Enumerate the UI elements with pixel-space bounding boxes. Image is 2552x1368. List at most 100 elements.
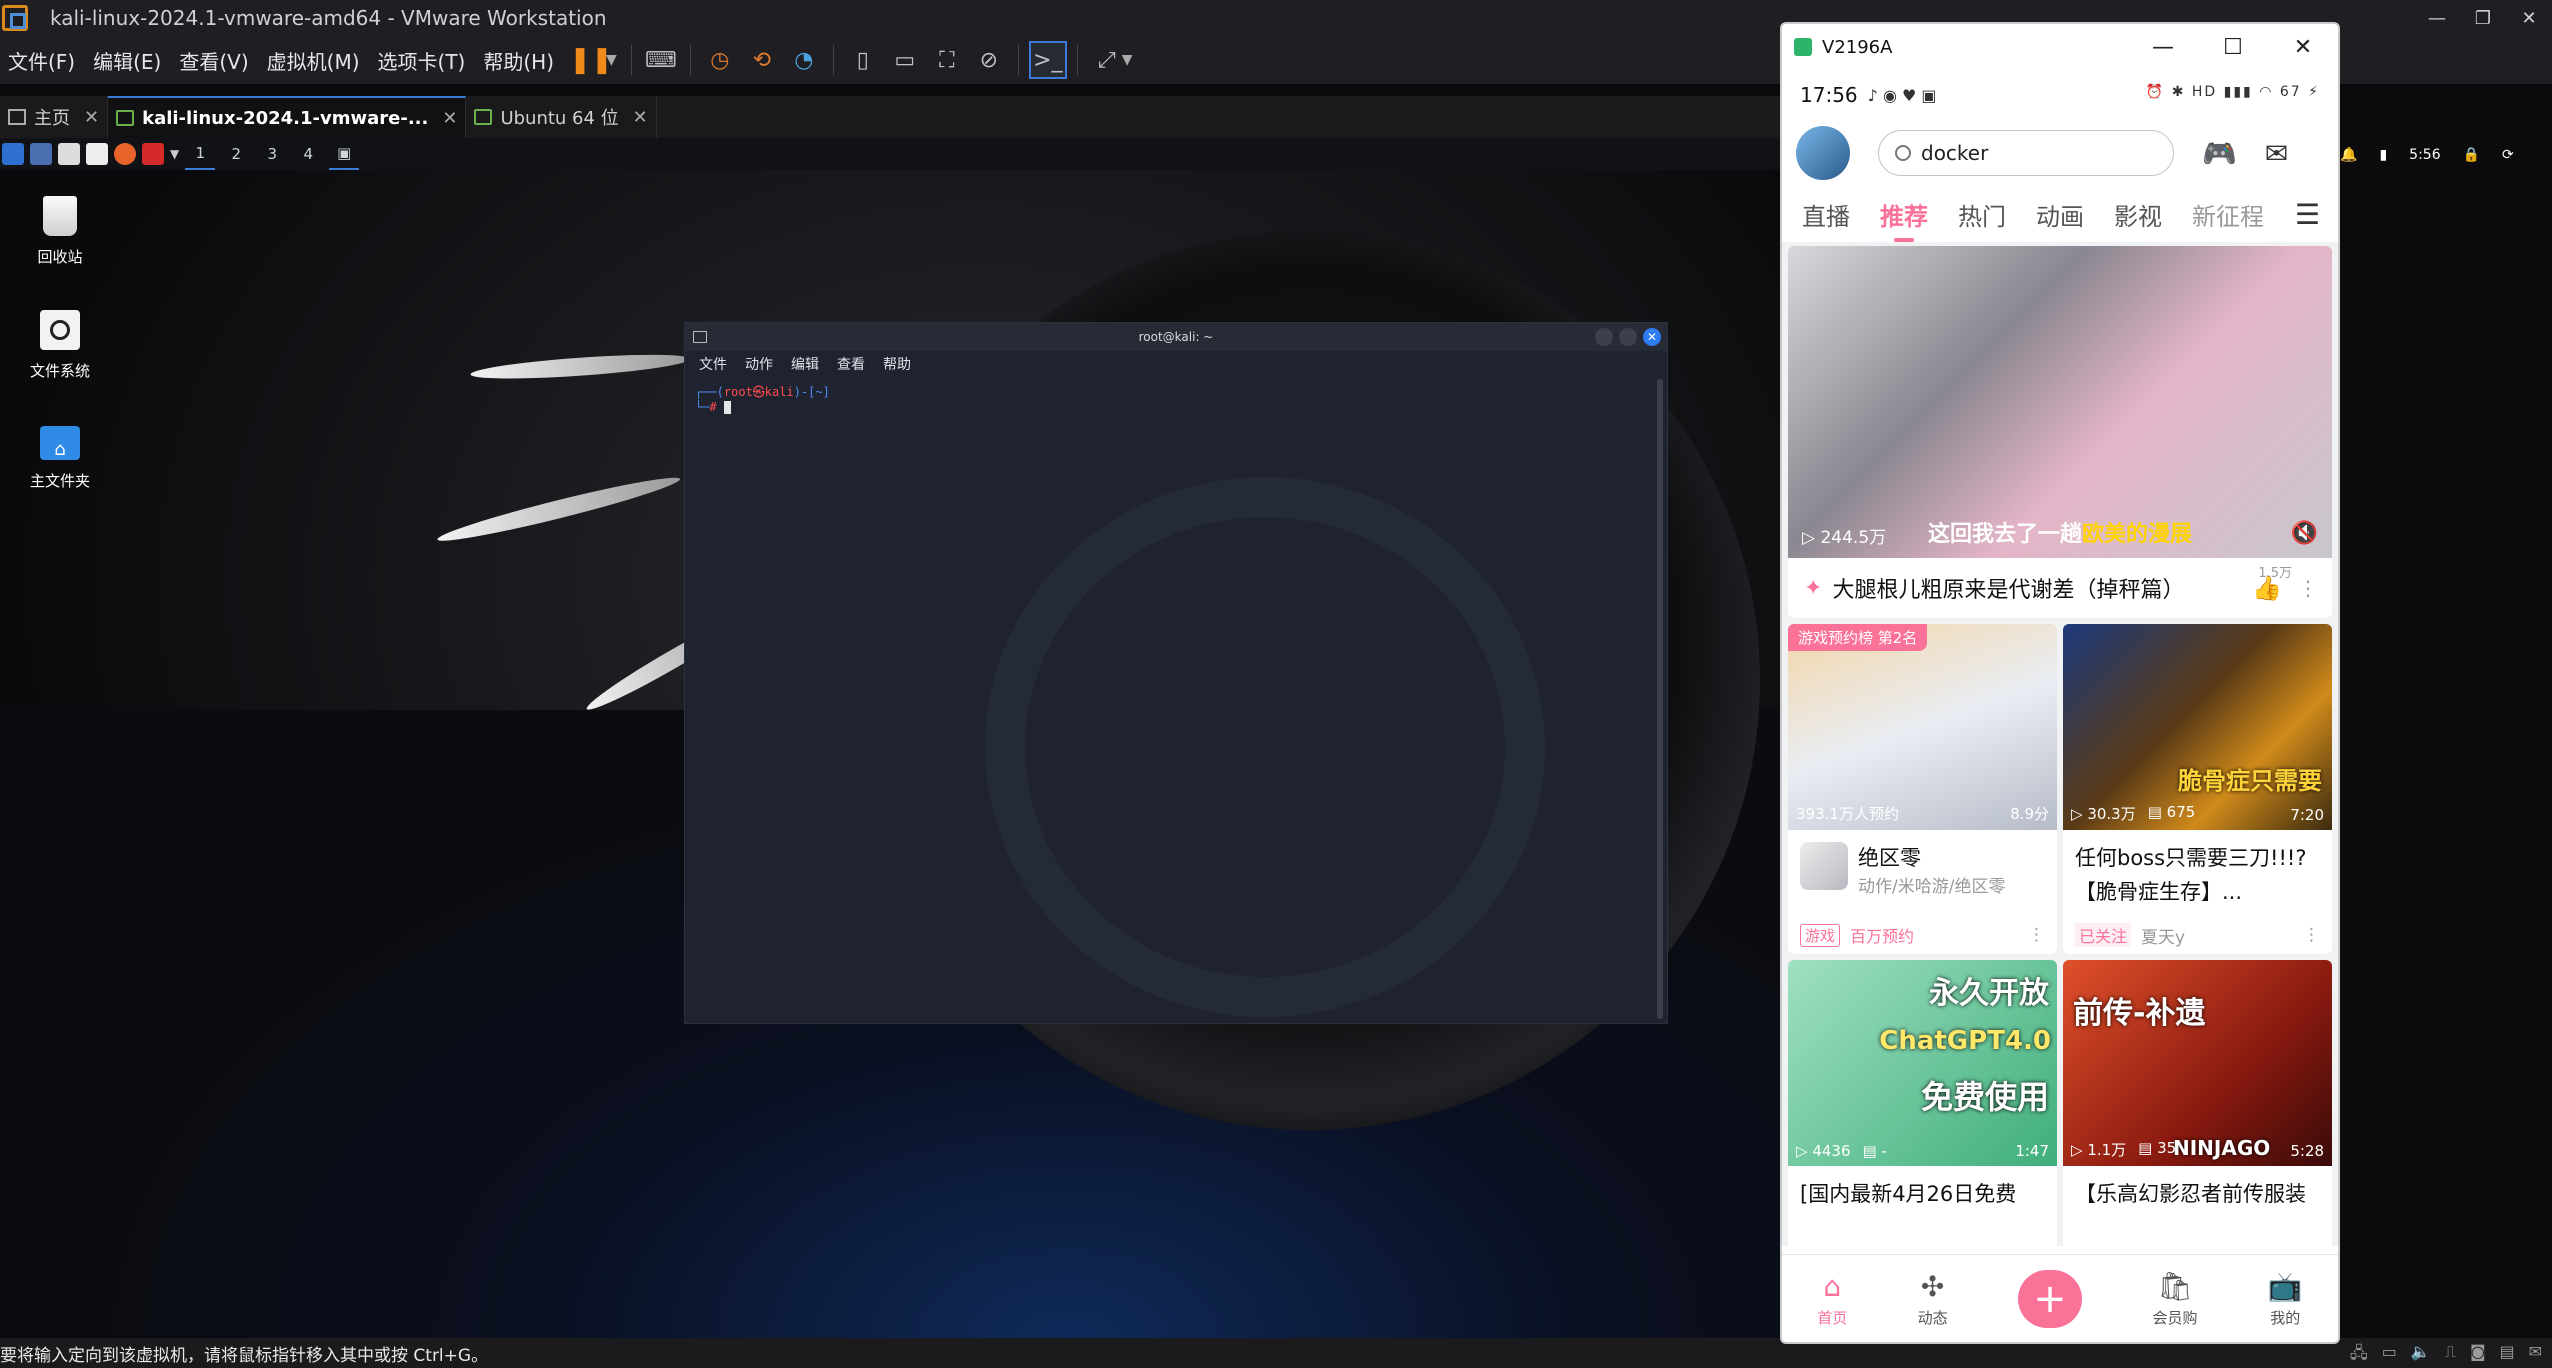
desktop-icon-home[interactable]: ⌂ 主文件夹	[0, 426, 120, 491]
usb-icon[interactable]: ⎍	[2445, 1342, 2456, 1368]
tab-new-journey[interactable]: 新征程	[2192, 197, 2264, 232]
chevron-down-icon[interactable]: ▼	[170, 147, 179, 161]
video-cover[interactable]: 脆骨症只需要 ▷ 30.3万 ▤ 675 7:20	[2063, 624, 2332, 830]
nav-mall[interactable]: 🛍 会员购	[2152, 1270, 2197, 1328]
text-editor-icon[interactable]	[86, 143, 108, 165]
minimize-button[interactable]	[1595, 328, 1613, 346]
messages-icon[interactable]: ✉	[2529, 1342, 2542, 1368]
tab-movies[interactable]: 影视	[2114, 197, 2162, 232]
power-icon[interactable]: ⟳	[2502, 147, 2514, 163]
show-desktop-icon[interactable]	[30, 143, 52, 165]
terminal-launcher-icon[interactable]	[142, 143, 164, 165]
video-card[interactable]: 前传-补遗 NINJAGO ▷ 1.1万 ▤ 35 5:28 【乐高幻影忍者前传服…	[2063, 960, 2332, 1252]
mute-icon[interactable]: 🔇	[2291, 521, 2318, 546]
terminal-body[interactable]: ┌──(root㉿kali)-[~] └─#	[685, 377, 1667, 1017]
menu-vm[interactable]: 虚拟机(M)	[259, 36, 370, 84]
video-title-row[interactable]: ✦ 大腿根儿粗原来是代谢差（掉秤篇） 👍 1.5万 ⋮	[1788, 558, 2332, 618]
close-button[interactable]: ✕	[2506, 0, 2552, 36]
thumbnail-bar-icon[interactable]: ▭	[886, 41, 924, 79]
show-library-icon[interactable]: ▯	[844, 41, 882, 79]
maximize-button[interactable]: ☐	[2198, 24, 2268, 70]
snapshot-manager-icon[interactable]: ◔	[785, 41, 823, 79]
upload-button[interactable]: +	[2018, 1269, 2083, 1328]
battery-icon[interactable]: ▮	[2379, 147, 2387, 163]
restore-button[interactable]: ❐	[2460, 0, 2506, 36]
menu-edit[interactable]: 编辑(E)	[85, 36, 171, 84]
snapshot-icon[interactable]: ◷	[701, 41, 739, 79]
terminal-titlebar[interactable]: root@kali: ~ ✕	[685, 323, 1667, 351]
avatar[interactable]	[1796, 126, 1850, 180]
terminal-scrollbar[interactable]	[1657, 379, 1663, 1019]
terminal-menu-edit[interactable]: 编辑	[791, 354, 819, 374]
close-tab-icon[interactable]: ✕	[84, 107, 99, 128]
stretch-guest-icon[interactable]: ⤢	[1088, 41, 1126, 79]
kali-menu-icon[interactable]	[2, 143, 24, 165]
video-card[interactable]: 脆骨症只需要 ▷ 30.3万 ▤ 675 7:20 任何boss只需要三刀!!!?…	[2063, 624, 2332, 954]
workspace-2[interactable]: 2	[221, 138, 251, 170]
video-card-featured[interactable]: ▷ 244.5万 这回我去了一趟欧美的漫展 🔇 ✦ 大腿根儿粗原来是代谢差（掉秤…	[1788, 246, 2332, 618]
terminal-input-line[interactable]: └─#	[695, 400, 1657, 414]
tab-kali[interactable]: kali-linux-2024.1-vmware-... ✕	[108, 96, 467, 138]
workspace-3[interactable]: 3	[257, 138, 287, 170]
video-feed[interactable]: ▷ 244.5万 这回我去了一趟欧美的漫展 🔇 ✦ 大腿根儿粗原来是代谢差（掉秤…	[1782, 242, 2338, 1252]
menu-view[interactable]: 查看(V)	[171, 36, 258, 84]
video-cover[interactable]: 前传-补遗 NINJAGO ▷ 1.1万 ▤ 35 5:28	[2063, 960, 2332, 1166]
workspace-4[interactable]: 4	[293, 138, 323, 170]
nav-profile[interactable]: 📺 我的	[2268, 1270, 2303, 1328]
workspace-1[interactable]: 1	[185, 138, 216, 170]
terminal-menu-help[interactable]: 帮助	[883, 354, 911, 374]
video-cover[interactable]: 游戏预约榜 第2名 393.1万人预约 8.9分	[1788, 624, 2057, 830]
camera-icon[interactable]: ◙	[2470, 1342, 2486, 1368]
pause-icon[interactable]: ❚❚	[569, 41, 613, 79]
phone-mirror-window[interactable]: V2196A — ☐ ✕ 17:56 ♪ ◉ ♥ ▣ ⏰ ✱ HD ▮▮▮ ◠ …	[1780, 22, 2340, 1344]
lock-icon[interactable]: 🔒	[2463, 147, 2480, 163]
taskbar-terminal[interactable]: ▣	[329, 138, 360, 170]
gamepad-icon[interactable]: 🎮	[2202, 137, 2237, 170]
display-icon[interactable]: ▤	[2499, 1342, 2514, 1368]
clock[interactable]: 5:56	[2409, 147, 2440, 163]
close-button[interactable]: ✕	[1643, 328, 1661, 346]
tab-ubuntu[interactable]: Ubuntu 64 位 ✕	[466, 96, 657, 138]
terminal-menu-file[interactable]: 文件	[699, 354, 727, 374]
more-icon[interactable]: ⋮	[2298, 576, 2318, 600]
menu-icon[interactable]: ☰	[2295, 198, 2320, 231]
video-card[interactable]: 永久开放 ChatGPT4.0 免费使用 ▷ 4436 ▤ - 1:47 [国内最…	[1788, 960, 2057, 1252]
mail-icon[interactable]: ✉	[2265, 137, 2288, 170]
close-button[interactable]: ✕	[2268, 24, 2338, 70]
video-cover[interactable]: ▷ 244.5万 这回我去了一趟欧美的漫展 🔇	[1788, 246, 2332, 558]
video-card[interactable]: 游戏预约榜 第2名 393.1万人预约 8.9分 绝区零 动作/米哈游/绝区零 …	[1788, 624, 2057, 954]
revert-snapshot-icon[interactable]: ⟲	[743, 41, 781, 79]
close-tab-icon[interactable]: ✕	[633, 107, 648, 128]
minimize-button[interactable]: —	[2414, 0, 2460, 36]
firefox-icon[interactable]	[114, 143, 136, 165]
send-ctrl-alt-del-icon[interactable]: ⌨	[642, 41, 680, 79]
notification-icon[interactable]: 🔔	[2340, 147, 2357, 163]
terminal-menu-view[interactable]: 查看	[837, 354, 865, 374]
tab-recommended[interactable]: 推荐	[1880, 197, 1928, 242]
phone-window-titlebar[interactable]: V2196A — ☐ ✕	[1782, 24, 2338, 70]
video-cover[interactable]: 永久开放 ChatGPT4.0 免费使用 ▷ 4436 ▤ - 1:47	[1788, 960, 2057, 1166]
chevron-down-icon[interactable]: ▼	[1122, 52, 1133, 68]
search-input[interactable]: docker	[1878, 130, 2174, 176]
terminal-menu-actions[interactable]: 动作	[745, 354, 773, 374]
fullscreen-icon[interactable]: ⛶	[928, 41, 966, 79]
menu-help[interactable]: 帮助(H)	[475, 36, 564, 84]
author-name[interactable]: 夏天y	[2141, 923, 2185, 948]
more-icon[interactable]: ⋮	[2028, 925, 2045, 945]
desktop-icon-filesystem[interactable]: 文件系统	[0, 310, 120, 381]
desktop-icon-trash[interactable]: 回收站	[0, 196, 120, 267]
file-manager-icon[interactable]	[58, 143, 80, 165]
menu-file[interactable]: 文件(F)	[0, 36, 85, 84]
minimize-button[interactable]: —	[2128, 24, 2198, 70]
nav-home[interactable]: ⌂ 首页	[1817, 1270, 1847, 1328]
disk-icon[interactable]: ▭	[2382, 1342, 2397, 1368]
sound-icon[interactable]: 🔈	[2411, 1342, 2431, 1368]
more-icon[interactable]: ⋮	[2303, 925, 2320, 945]
close-tab-icon[interactable]: ✕	[442, 108, 457, 129]
terminal-window[interactable]: root@kali: ~ ✕ 文件 动作 编辑 查看 帮助 ┌──(root㉿k…	[684, 322, 1668, 1024]
nav-dynamic[interactable]: ✣ 动态	[1918, 1270, 1948, 1328]
console-view-icon[interactable]: >_	[1028, 41, 1067, 79]
unity-icon[interactable]: ⊘	[970, 41, 1008, 79]
tab-hot[interactable]: 热门	[1958, 197, 2006, 232]
maximize-button[interactable]	[1619, 328, 1637, 346]
